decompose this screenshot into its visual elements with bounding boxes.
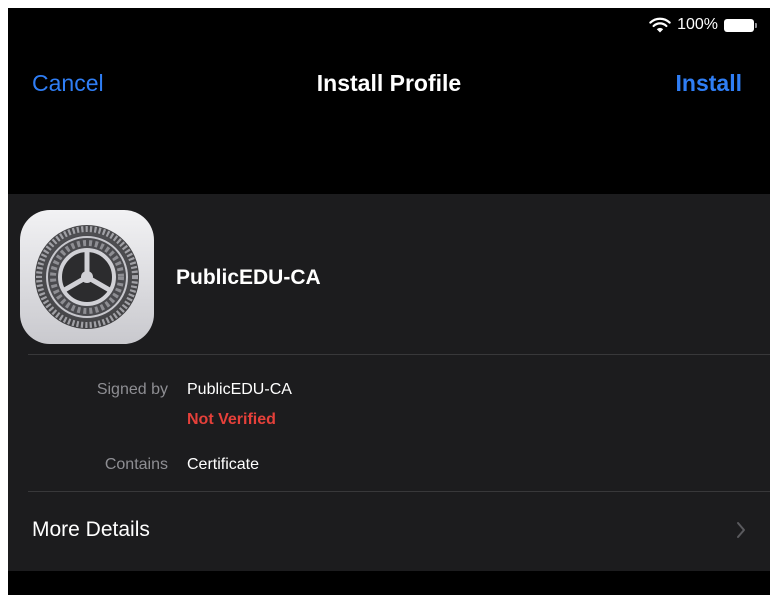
chevron-right-icon — [737, 522, 745, 538]
cancel-button[interactable]: Cancel — [32, 70, 104, 97]
profile-card: PublicEDU-CA Signed by PublicEDU-CA Not … — [8, 194, 770, 571]
wifi-icon — [649, 17, 671, 33]
install-profile-screen: 100% Cancel Install Profile Install Publ… — [8, 8, 770, 595]
contains-label: Contains — [104, 456, 168, 473]
divider — [28, 354, 770, 355]
verification-status: Not Verified — [187, 411, 276, 428]
page-title: Install Profile — [316, 70, 462, 96]
install-button[interactable]: Install — [676, 70, 742, 97]
battery-percentage: 100% — [677, 16, 718, 33]
profile-name: PublicEDU-CA — [176, 266, 321, 289]
navigation-bar: Cancel Install Profile Install — [8, 42, 770, 160]
battery-icon — [724, 18, 760, 32]
more-details-label: More Details — [32, 518, 150, 541]
settings-gear-icon — [20, 210, 154, 344]
more-details-row[interactable]: More Details — [8, 492, 770, 571]
status-bar: 100% — [570, 8, 770, 42]
signed-by-label: Signed by — [96, 381, 168, 398]
signed-by-value: PublicEDU-CA — [187, 381, 292, 398]
contains-value: Certificate — [187, 456, 260, 473]
